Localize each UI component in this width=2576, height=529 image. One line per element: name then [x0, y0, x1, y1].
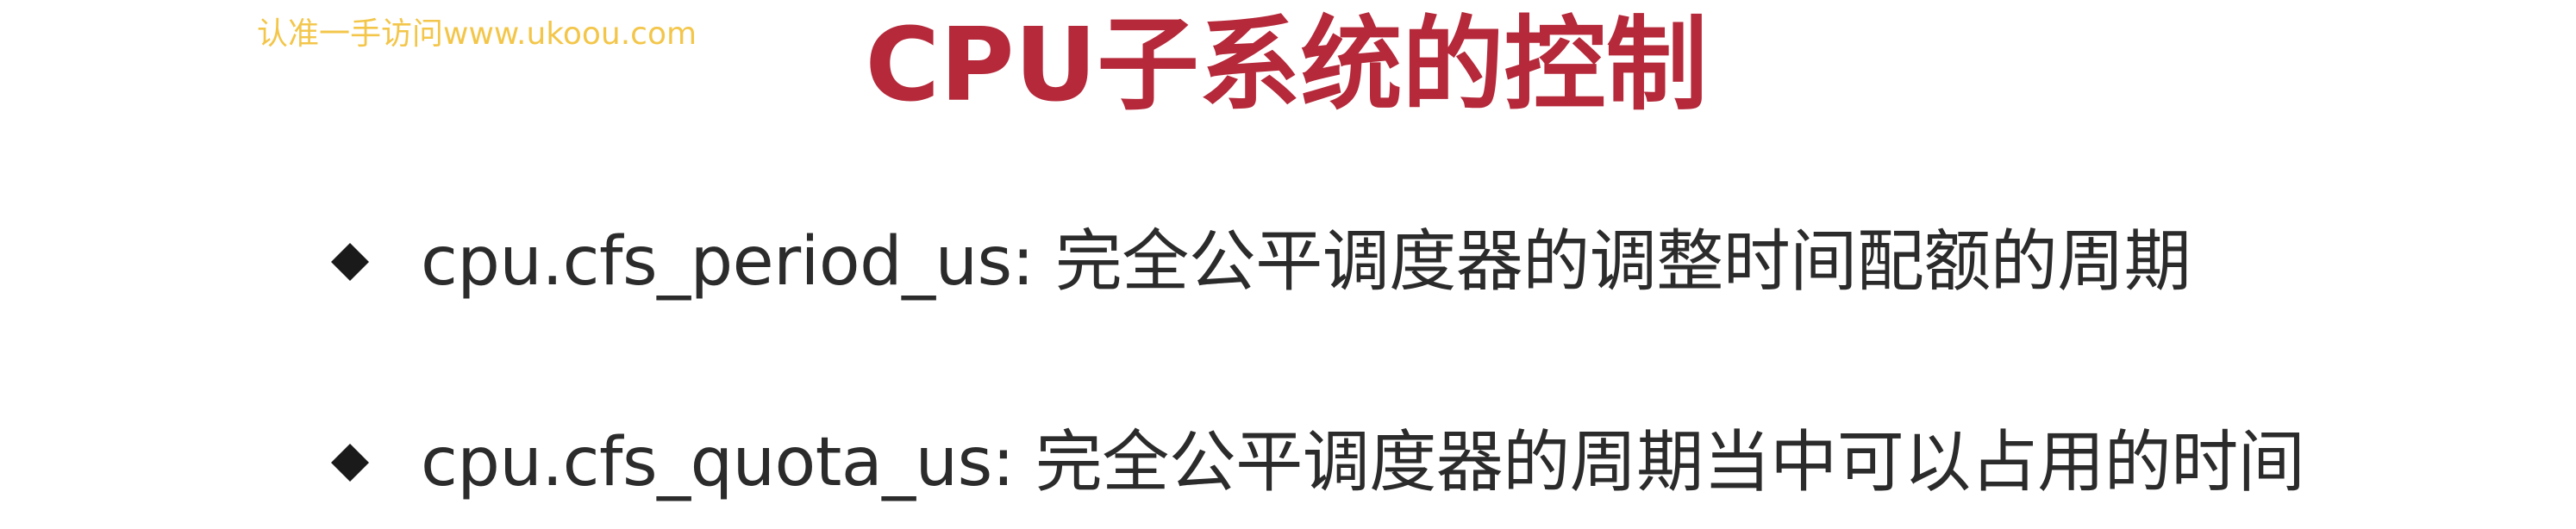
bullet-text: cpu.cfs_quota_us: 完全公平调度器的周期当中可以占用的时间: [421, 424, 2305, 501]
slide-title: CPU子系统的控制: [865, 5, 1708, 124]
slide-title-container: CPU子系统的控制: [0, 0, 2576, 129]
bullet-text: cpu.cfs_period_us: 完全公平调度器的调整时间配额的周期: [421, 223, 2191, 301]
diamond-bullet-icon: [329, 442, 371, 483]
bullet-item-quota: cpu.cfs_quota_us: 完全公平调度器的周期当中可以占用的时间: [329, 420, 2305, 506]
bullet-item-period: cpu.cfs_period_us: 完全公平调度器的调整时间配额的周期: [329, 219, 2191, 305]
diamond-bullet-icon: [329, 241, 371, 283]
